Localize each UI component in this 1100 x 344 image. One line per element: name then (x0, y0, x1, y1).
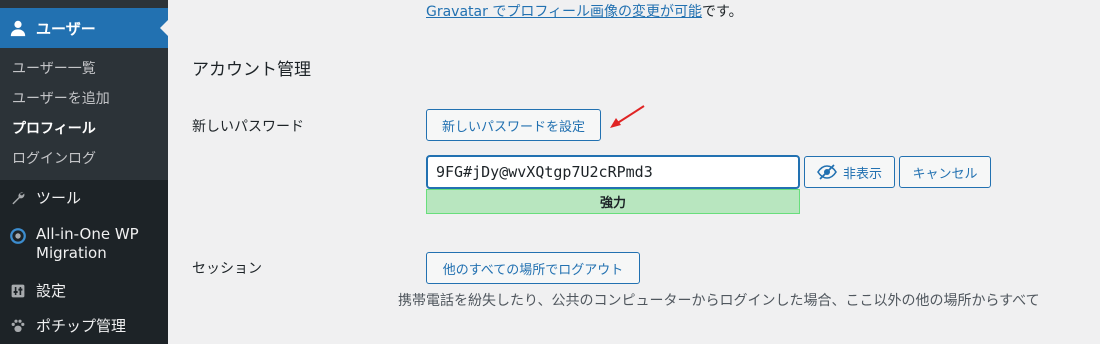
hide-password-label: 非表示 (842, 166, 882, 182)
menu-settings-label: 設定 (36, 281, 67, 300)
settings-icon (8, 281, 28, 301)
submenu-item-add-user[interactable]: ユーザーを追加 (0, 84, 168, 114)
new-password-label: 新しいパスワード (192, 119, 304, 135)
submenu-item-user-list[interactable]: ユーザー一覧 (0, 54, 168, 84)
wrench-icon (8, 188, 28, 208)
menu-tools-label: ツール (36, 188, 82, 207)
annotation-arrow-icon (610, 105, 645, 128)
menu-pochipp[interactable]: ポチップ管理 (0, 315, 168, 337)
menu-pochipp-label: ポチップ管理 (36, 316, 127, 335)
submenu-item-profile[interactable]: プロフィール (0, 114, 168, 144)
menu-settings[interactable]: 設定 (0, 280, 168, 302)
logout-everywhere-button[interactable]: 他のすべての場所でログアウト (426, 252, 640, 284)
hide-password-button[interactable]: 非表示 (804, 156, 895, 188)
paw-icon (8, 316, 28, 336)
sidebar-top-strip (0, 0, 168, 8)
section-title-account: アカウント管理 (192, 60, 311, 80)
main-content: Gravatar でプロフィール画像の変更が可能です。 アカウント管理 新しいパ… (168, 0, 1100, 344)
cancel-password-button[interactable]: キャンセル (899, 156, 991, 188)
sessions-description: 携帯電話を紛失したり、公共のコンピューターからログインした場合、ここ以外の他の場… (398, 293, 1040, 309)
menu-migration-label: All-in-One WP Migration (36, 225, 139, 262)
menu-migration[interactable]: All-in-One WP Migration (0, 225, 168, 265)
admin-sidebar: ユーザー ユーザー一覧 ユーザーを追加 プロフィール ログインログ ツール Al… (0, 0, 168, 344)
password-strength-indicator: 強力 (426, 189, 800, 214)
eye-slash-icon (817, 164, 837, 180)
migration-icon (8, 226, 28, 246)
sessions-label: セッション (192, 261, 262, 277)
gravatar-link[interactable]: Gravatar でプロフィール画像の変更が可能 (426, 4, 702, 20)
gravatar-note-tail: です。 (702, 4, 743, 20)
gravatar-note: Gravatar でプロフィール画像の変更が可能です。 (426, 1, 743, 21)
users-submenu: ユーザー一覧 ユーザーを追加 プロフィール ログインログ (0, 48, 168, 180)
submenu-item-login-log[interactable]: ログインログ (0, 144, 168, 174)
menu-users[interactable]: ユーザー (0, 8, 168, 48)
menu-users-label: ユーザー (36, 19, 96, 38)
user-icon (8, 18, 28, 38)
menu-tools[interactable]: ツール (0, 187, 168, 209)
new-password-input[interactable]: 9FG#jDy@wvXQtgp7U2cRPmd3 (426, 155, 800, 189)
set-new-password-button[interactable]: 新しいパスワードを設定 (426, 109, 601, 141)
